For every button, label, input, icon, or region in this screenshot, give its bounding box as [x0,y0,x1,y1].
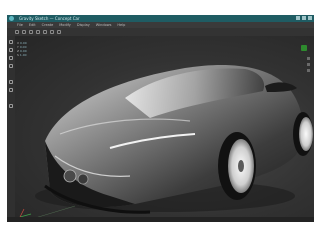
grid-icon[interactable] [50,30,54,34]
view-icon[interactable] [307,63,310,66]
close-icon[interactable] [308,16,312,20]
app-logo-icon [9,16,14,21]
measure-icon[interactable] [9,104,13,108]
transform-info-panel: X 0.00 Y 0.00 Z 0.00 S 1.00 [17,41,49,81]
check-icon[interactable] [301,45,307,51]
snap-icon[interactable] [43,30,47,34]
left-toolbar [7,36,15,222]
info-row-s: S 1.00 [17,53,27,57]
maximize-icon[interactable] [302,16,306,20]
right-icon-strip [307,57,311,75]
application-window: Gravity Sketch — Concept Car File Edit C… [7,15,314,222]
select-icon[interactable] [15,30,19,34]
rotate-icon[interactable] [9,56,13,60]
settings-icon[interactable] [307,69,310,72]
status-bar [7,217,314,222]
layer-icon[interactable] [307,57,310,60]
select-icon[interactable] [9,40,13,44]
window-controls [296,16,312,20]
render-icon[interactable] [57,30,61,34]
minimize-icon[interactable] [296,16,300,20]
3d-viewport[interactable] [15,36,314,222]
main-toolbar [7,28,314,36]
scale-icon[interactable] [36,30,40,34]
title-bar: Gravity Sketch — Concept Car [7,15,314,22]
move-icon[interactable] [22,30,26,34]
lasso-icon[interactable] [9,88,13,92]
move-icon[interactable] [9,48,13,52]
window-title: Gravity Sketch — Concept Car [19,16,80,21]
pen-icon[interactable] [9,80,13,84]
car-model[interactable] [15,36,314,222]
scale-icon[interactable] [9,64,13,68]
rotate-icon[interactable] [29,30,33,34]
